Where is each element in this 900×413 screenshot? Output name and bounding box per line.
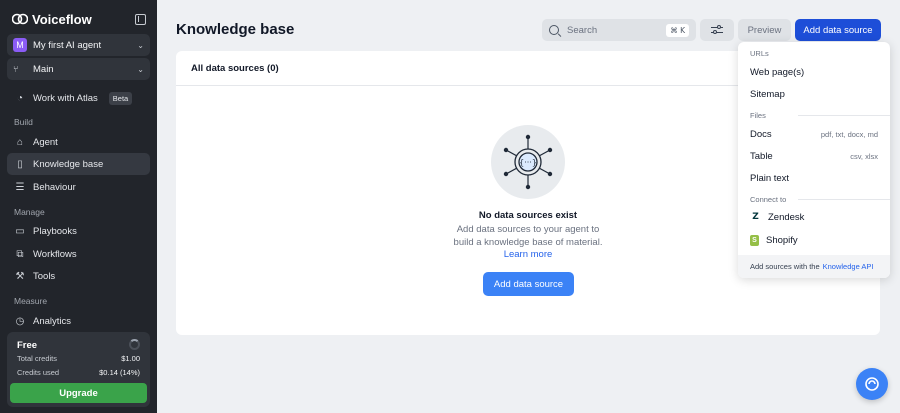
agent-name: My first AI agent	[33, 39, 102, 51]
search-input[interactable]: Search ⌘ K	[542, 19, 696, 41]
sidebar-header: Voiceflow	[12, 11, 146, 27]
menu-item-label: Docs	[750, 128, 772, 140]
sidebar-item-analytics[interactable]: ◷ Analytics	[7, 310, 150, 332]
playbook-icon: ▭	[15, 225, 25, 237]
help-button[interactable]	[856, 368, 888, 400]
search-icon	[549, 25, 559, 35]
sidebar-item-tools[interactable]: ⚒ Tools	[7, 265, 150, 287]
menu-item-web-pages[interactable]: Web page(s)	[750, 64, 878, 80]
sidebar-item-playbooks[interactable]: ▭ Playbooks	[7, 220, 150, 242]
add-data-source-main-button[interactable]: Add data source	[483, 272, 574, 296]
menu-item-zendesk[interactable]: Z Zendesk	[750, 209, 878, 225]
brand-name: Voiceflow	[32, 11, 92, 27]
filter-button[interactable]	[700, 19, 734, 41]
menu-item-sitemap[interactable]: Sitemap	[750, 86, 878, 102]
beta-badge: Beta	[108, 91, 133, 105]
plan-title: Free	[17, 340, 38, 351]
add-data-source-menu: URLs Web page(s) Sitemap Files Docs pdf,…	[738, 42, 890, 278]
table-formats-hint: csv, xlsx	[850, 151, 878, 161]
section-label-manage: Manage	[14, 207, 45, 217]
menu-divider	[798, 115, 890, 116]
sidebar-item-label: Knowledge base	[33, 158, 104, 170]
book-icon: ▯	[17, 158, 23, 170]
credits-used-label: Credits used	[17, 368, 60, 377]
section-label-measure: Measure	[14, 296, 48, 306]
voiceflow-logo-icon	[12, 13, 28, 25]
upgrade-button[interactable]: Upgrade	[10, 383, 147, 403]
menu-item-label: Shopify	[766, 234, 798, 246]
menu-footer-text: Add sources with the	[750, 262, 820, 271]
knowledge-network-icon: {···}	[503, 134, 553, 190]
menu-item-label: Table	[750, 150, 773, 162]
menu-item-label: Web page(s)	[750, 66, 805, 78]
plan-card: Free Total credits $1.00 Credits used $0…	[7, 332, 150, 407]
empty-state-text: Add data sources to your agent to build …	[453, 224, 603, 248]
menu-group-files: Files	[750, 111, 766, 120]
sidebar-item-atlas[interactable]: ◔ Work with Atlas Beta	[7, 87, 150, 109]
total-credits-label: Total credits	[17, 354, 58, 363]
sidebar-item-label: Playbooks	[33, 225, 77, 237]
sidebar-item-label: Analytics	[33, 315, 72, 327]
credits-used-value: $0.14 (14%)	[99, 368, 140, 377]
total-credits-value: $1.00	[121, 354, 140, 363]
sidebar-item-label: Tools	[33, 270, 56, 282]
workflow-icon: ⧉	[16, 248, 24, 260]
search-placeholder: Search	[567, 24, 598, 36]
atlas-icon: ◔	[16, 92, 24, 104]
page-title: Knowledge base	[176, 21, 295, 38]
empty-state-description: Add data sources to your agent to build …	[453, 224, 603, 262]
sidebar-item-agent[interactable]: ⌂ Agent	[7, 131, 150, 153]
knowledge-api-link[interactable]: Knowledge API	[823, 262, 874, 271]
filter-sliders-icon	[711, 25, 723, 35]
sliders-icon: ☰	[15, 181, 25, 193]
sidebar-item-label: Behaviour	[33, 181, 76, 193]
menu-footer: Add sources with the Knowledge API	[738, 255, 890, 278]
sidebar-item-behaviour[interactable]: ☰ Behaviour	[7, 176, 150, 198]
menu-item-label: Zendesk	[768, 211, 805, 223]
menu-item-plain-text[interactable]: Plain text	[750, 170, 878, 186]
chevron-down-icon: ⌄	[137, 64, 144, 74]
svg-text:{···}: {···}	[519, 158, 537, 167]
chart-icon: ◷	[15, 315, 25, 327]
sidebar-item-workflows[interactable]: ⧉ Workflows	[7, 243, 150, 265]
shopify-icon: S	[750, 234, 759, 246]
brand-logo[interactable]: Voiceflow	[12, 12, 92, 27]
sidebar-item-label: Work with Atlas	[33, 92, 98, 104]
menu-item-docs[interactable]: Docs pdf, txt, docx, md	[750, 126, 878, 142]
zendesk-icon: Z	[752, 212, 759, 222]
sidebar-item-label: Agent	[33, 136, 58, 148]
sidebar: Voiceflow M My first AI agent ⌄ ⑂ Main ⌄…	[0, 0, 157, 413]
menu-item-label: Plain text	[750, 172, 790, 184]
section-label-build: Build	[14, 117, 33, 127]
empty-state-illustration: {···}	[491, 125, 565, 199]
menu-group-urls: URLs	[750, 49, 769, 58]
help-chat-icon	[865, 377, 879, 391]
sidebar-item-knowledge-base[interactable]: ▯ Knowledge base	[7, 153, 150, 175]
search-shortcut: ⌘ K	[666, 23, 689, 37]
branch-selector[interactable]: ⑂ Main ⌄	[7, 58, 150, 80]
branch-icon: ⑂	[13, 64, 19, 74]
agent-icon: ⌂	[16, 136, 24, 148]
credits-used-row: Credits used $0.14 (14%)	[17, 368, 140, 377]
agent-selector[interactable]: M My first AI agent ⌄	[7, 34, 150, 56]
chevron-down-icon: ⌄	[137, 40, 144, 50]
sidebar-collapse-icon[interactable]	[135, 13, 146, 25]
menu-group-connect: Connect to	[750, 195, 787, 204]
data-sources-count: All data sources (0)	[191, 63, 279, 74]
preview-button[interactable]: Preview	[738, 19, 791, 41]
sidebar-item-label: Workflows	[33, 248, 77, 260]
add-data-source-button[interactable]: Add data source	[795, 19, 881, 41]
credits-usage-icon	[129, 339, 140, 350]
branch-name: Main	[33, 63, 54, 75]
agent-avatar: M	[13, 38, 27, 52]
learn-more-link[interactable]: Learn more	[504, 249, 553, 260]
menu-divider	[798, 199, 890, 200]
docs-formats-hint: pdf, txt, docx, md	[820, 129, 878, 139]
menu-item-table[interactable]: Table csv, xlsx	[750, 148, 878, 164]
wrench-icon: ⚒	[15, 270, 25, 282]
menu-item-label: Sitemap	[750, 88, 785, 100]
menu-item-shopify[interactable]: S Shopify	[750, 232, 878, 248]
total-credits-row: Total credits $1.00	[17, 354, 140, 363]
